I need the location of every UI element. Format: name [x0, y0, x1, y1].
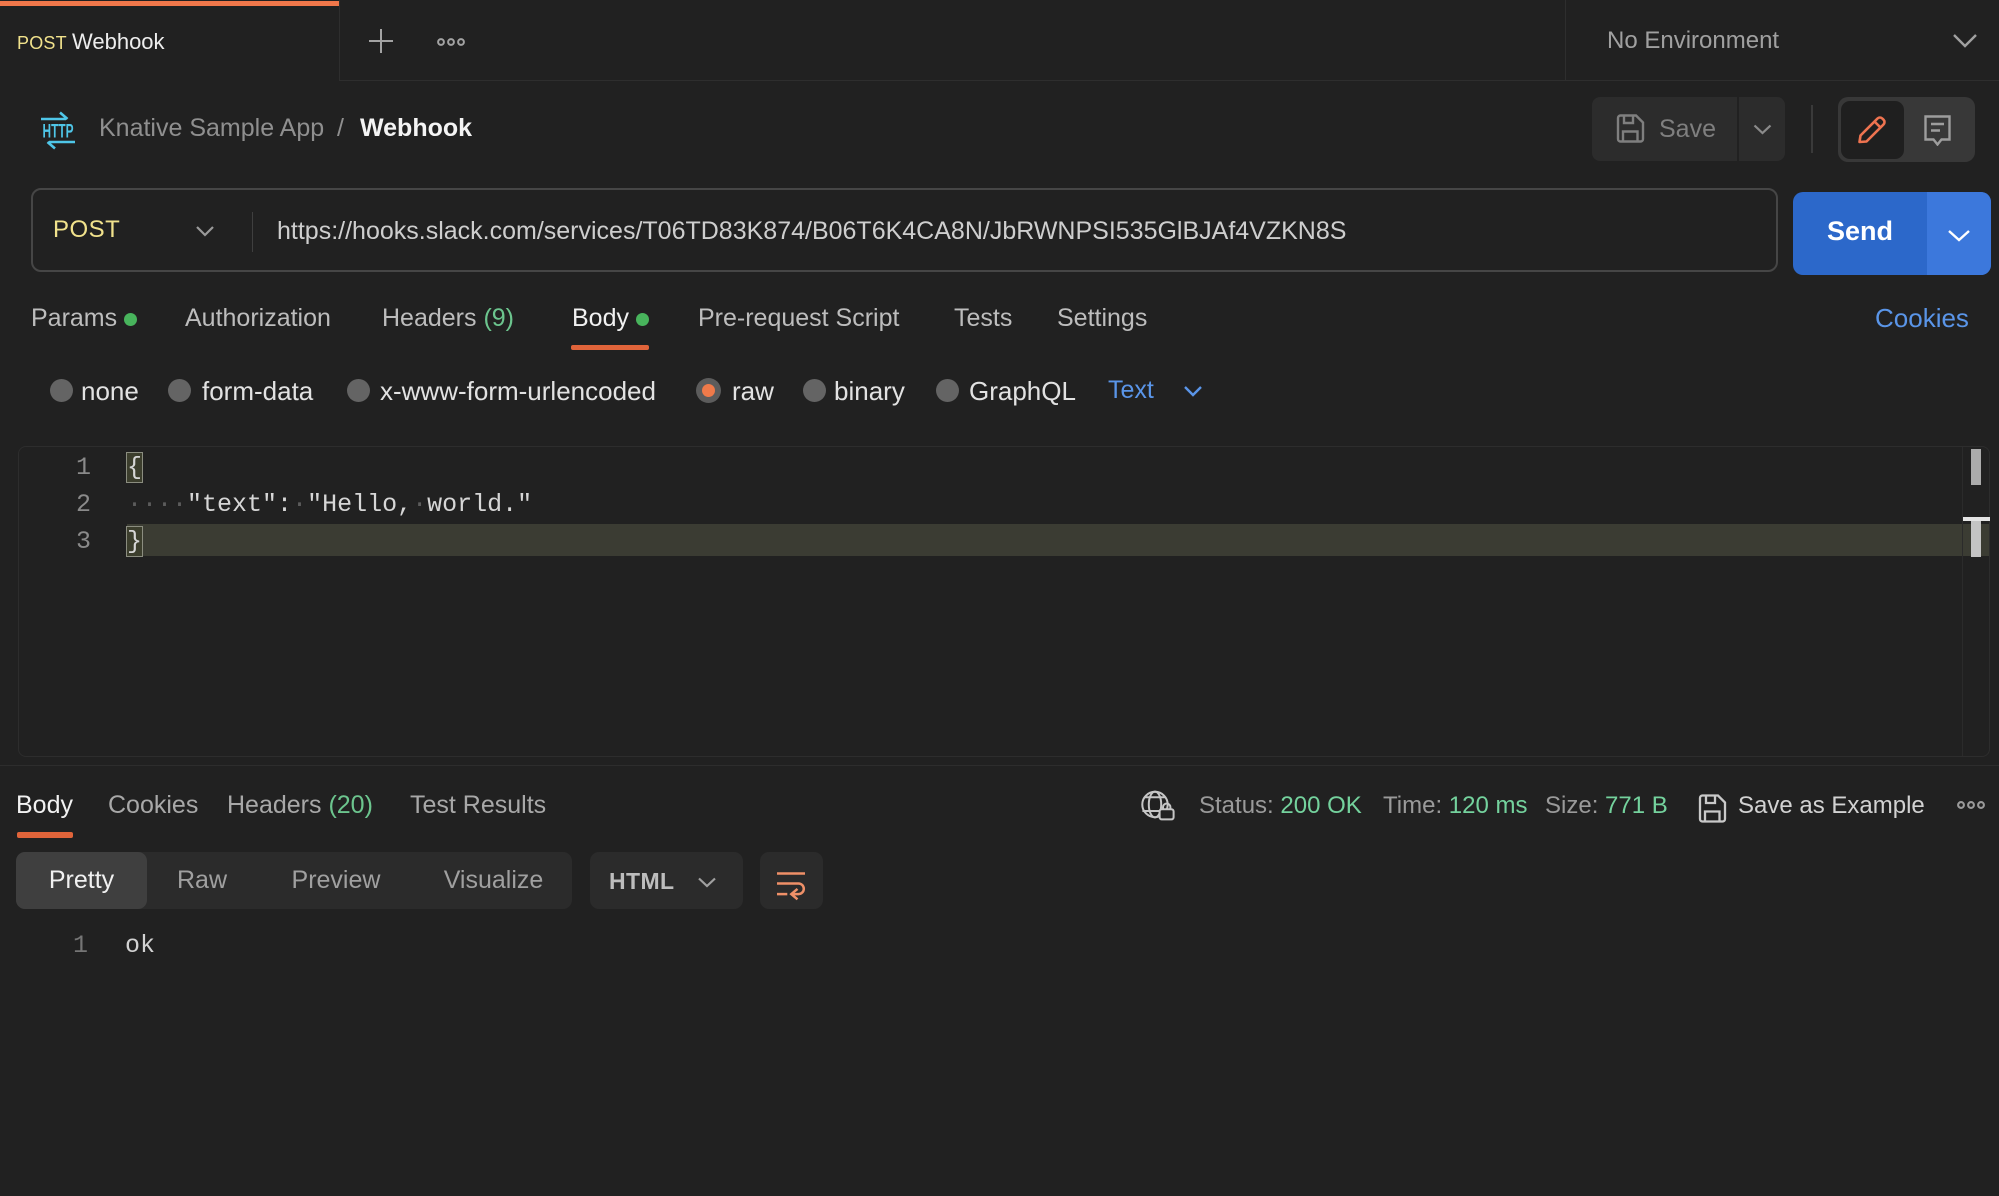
svg-text:HTTP: HTTP — [43, 122, 74, 143]
